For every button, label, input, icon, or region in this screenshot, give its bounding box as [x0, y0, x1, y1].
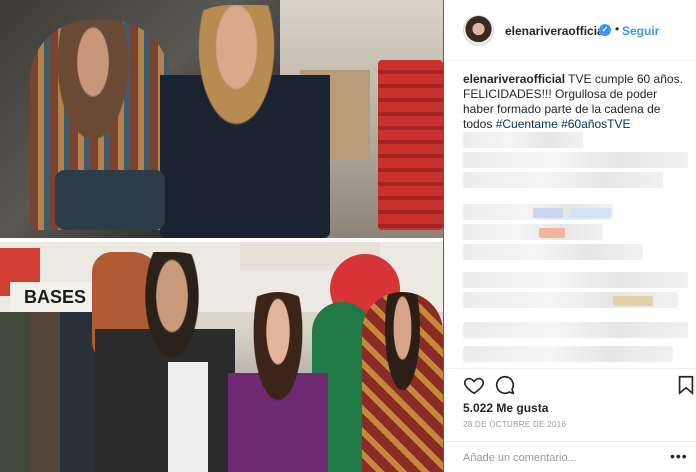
caption-username[interactable]: elenariveraofficial [463, 72, 565, 86]
photo-bases-sign: BASES [10, 282, 100, 312]
blurred-comment-line [463, 346, 673, 362]
blurred-comment-line [463, 152, 688, 168]
post-actions [444, 368, 696, 398]
likes-count[interactable]: 5.022 Me gusta [463, 401, 548, 415]
hashtag-cuentame[interactable]: #Cuentame [496, 117, 558, 131]
heart-icon[interactable] [463, 374, 485, 396]
photo-crowd [0, 312, 100, 472]
blurred-link [571, 208, 611, 218]
photo-man-figure [95, 252, 235, 472]
post-date: 28 DE OCTUBRE DE 2016 [463, 420, 567, 429]
comment-bar: ••• [444, 441, 696, 472]
author-username[interactable]: elenariveraofficial [505, 24, 607, 38]
photo-patterned-figure [362, 292, 443, 472]
more-dots-icon[interactable]: ••• [670, 448, 688, 464]
header-separator: • [615, 22, 620, 36]
follow-button[interactable]: Seguir [622, 24, 659, 38]
post-side-panel: elenariveraofficial ✓ • Seguir elenarive… [444, 0, 696, 472]
comment-input[interactable] [463, 450, 663, 466]
instagram-post: BASES elenariveraofficial ✓ • Seguir ele… [0, 0, 696, 472]
photo-boy-figure [160, 5, 330, 238]
blurred-comment-line [463, 224, 603, 240]
post-caption: elenariveraofficial TVE cumple 60 años. … [463, 72, 689, 132]
photo-woman-figure [228, 292, 328, 472]
post-photo-bottom: BASES [0, 242, 443, 472]
hashtag-60anostve[interactable]: #60añosTVE [561, 117, 630, 131]
blurred-comments [463, 132, 693, 372]
blurred-emoji [613, 296, 653, 306]
blurred-comment-line [463, 172, 663, 188]
photo-bag [55, 170, 165, 230]
verified-badge-icon: ✓ [599, 24, 611, 36]
bookmark-icon[interactable] [675, 374, 696, 396]
blurred-comment-line [463, 272, 688, 288]
blurred-comment-line [463, 244, 643, 260]
post-header: elenariveraofficial ✓ • Seguir [444, 0, 696, 61]
photo-white-shirt [168, 362, 208, 472]
post-photo-collage[interactable]: BASES [0, 0, 443, 472]
blurred-emoji [533, 208, 563, 218]
blurred-emoji [539, 228, 565, 238]
avatar[interactable] [463, 15, 494, 46]
blurred-comment-line [463, 322, 688, 338]
comment-icon[interactable] [494, 374, 516, 396]
photo-red-chair [378, 60, 443, 230]
post-photo-top [0, 0, 443, 238]
blurred-comment-line [463, 132, 583, 148]
